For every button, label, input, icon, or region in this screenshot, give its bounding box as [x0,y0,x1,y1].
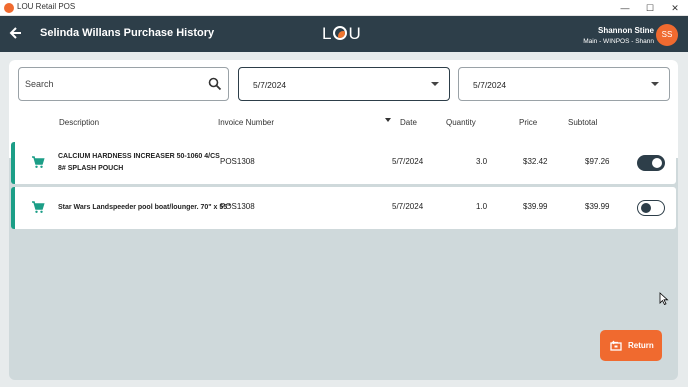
mouse-cursor-icon [659,292,669,305]
row-date: 5/7/2024 [392,202,424,211]
logo-o-icon [333,26,348,40]
page-title: Selinda Willans Purchase History [40,27,215,39]
return-toggle[interactable] [637,200,665,216]
back-button[interactable] [9,24,25,42]
search-icon[interactable] [208,77,222,91]
toggle-knob [652,158,662,168]
row-subtotal: $39.99 [585,202,610,211]
avatar[interactable]: SS [656,24,678,46]
return-button[interactable]: Return [600,330,662,361]
app-header: Selinda Willans Purchase History LU Shan… [0,16,688,52]
date-to-value: 5/7/2024 [473,80,507,90]
toggle-knob [641,203,651,213]
return-toggle[interactable] [637,155,665,171]
row-description: CALCIUM HARDNESS INCREASER 50-1060 4/CS … [58,153,220,172]
return-label: Return [628,341,654,350]
column-invoice[interactable]: Invoice Number [218,118,274,127]
row-price: $39.99 [523,202,548,211]
shopping-cart-icon [32,156,45,168]
app-logo-icon [4,3,14,13]
chevron-down-icon [431,82,439,86]
user-name: Shannon Stine [598,26,654,35]
search-placeholder: Search [25,79,54,89]
row-invoice: POS1308 [220,202,255,211]
search-input[interactable]: Search [18,67,229,101]
column-subtotal[interactable]: Subtotal [568,118,597,127]
lou-logo: LU [322,24,362,44]
row-quantity: 3.0 [476,157,488,166]
window-titlebar: LOU Retail POS — ☐ ✕ [0,0,688,16]
column-description[interactable]: Description [59,118,99,127]
chevron-down-icon [651,82,659,86]
main-content: Search 5/7/2024 5/7/2024 Description Inv… [0,52,688,387]
close-window-button[interactable]: ✕ [668,1,682,15]
logo-letter-u: U [348,24,362,43]
window-title: LOU Retail POS [17,2,76,11]
purchase-history-panel: Search 5/7/2024 5/7/2024 Description Inv… [9,60,678,380]
table-header: Description Invoice Number Date Quantity… [9,118,678,134]
column-quantity[interactable]: Quantity [446,118,476,127]
sort-caret-icon[interactable] [385,118,391,122]
minimize-button[interactable]: — [618,1,632,15]
return-box-icon [610,340,622,351]
column-price[interactable]: Price [519,118,537,127]
logo-letter-l: L [322,24,333,43]
date-from-value: 5/7/2024 [253,80,287,90]
row-price: $32.42 [523,157,548,166]
row-description: Star Wars Landspeeder pool boat/lounger.… [58,204,231,211]
row-quantity: 1.0 [476,202,488,211]
user-location: Main - WINPOS - Shann [583,38,654,45]
column-date[interactable]: Date [400,118,417,127]
row-subtotal: $97.26 [585,157,610,166]
date-from-select[interactable]: 5/7/2024 [238,67,450,101]
shopping-cart-icon [32,201,45,213]
date-to-select[interactable]: 5/7/2024 [458,67,670,101]
row-invoice: POS1308 [220,157,255,166]
row-date: 5/7/2024 [392,157,424,166]
arrow-left-icon [9,27,21,39]
table-row[interactable]: CALCIUM HARDNESS INCREASER 50-1060 4/CS … [11,142,676,184]
table-row[interactable]: Star Wars Landspeeder pool boat/lounger.… [11,187,676,229]
maximize-button[interactable]: ☐ [643,1,657,15]
